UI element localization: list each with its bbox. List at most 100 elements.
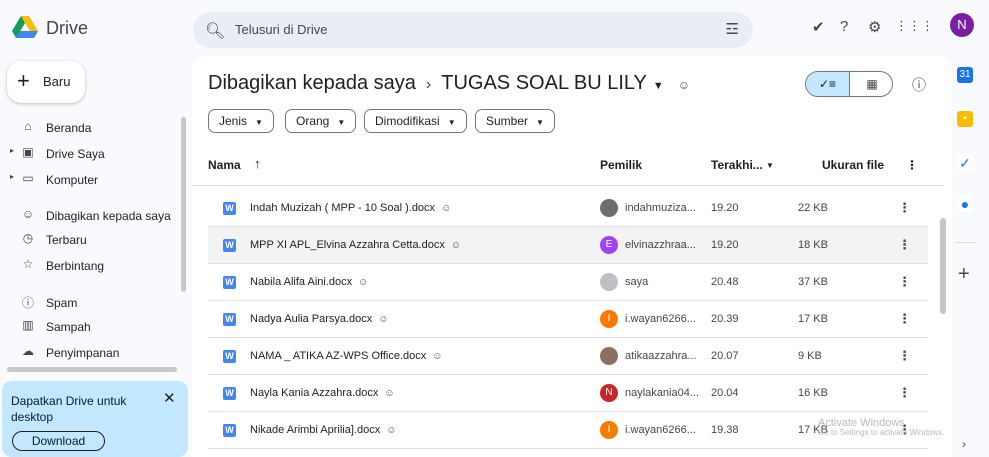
file-name[interactable]: Nadya Aulia Parsya.docx [250,313,372,325]
file-size: 9 KB [798,350,822,362]
new-button-label: Baru [43,74,71,89]
sidebar-item-recent[interactable]: ◷ Terbaru [0,229,180,251]
table-row[interactable]: W Nadya Aulia Parsya.docx ☺ I i.wayan6266… [208,301,928,338]
more-actions-icon[interactable]: ⋮ [898,200,911,216]
sidebar-item-spam[interactable]: ⓘ Spam [0,292,180,314]
watermark-title: Activate Windows [818,417,905,429]
shared-icon: ☺ [441,203,452,214]
sidebar-item-label: Sampah [46,320,91,334]
sidebar-scrollbar[interactable] [181,117,186,292]
desktop-promo: Dapatkan Drive untuk desktop ✕ Download [2,381,188,457]
expand-caret-icon[interactable]: ▸ [10,172,14,181]
table-row[interactable]: W Nabila Alifa Aini.docx ☺ saya 20.48 37 … [208,264,928,301]
my-drive-icon: ▣ [22,145,34,159]
dropdown-arrow-icon[interactable]: ▼ [653,80,664,92]
file-list-scrollbar[interactable] [940,218,946,314]
file-name[interactable]: NAMA _ ATIKA AZ-WPS Office.docx [250,350,426,362]
file-name[interactable]: Nikade Arimbi Aprilia].docx [250,424,380,436]
sidebar-horizontal-scrollbar[interactable] [7,367,177,372]
download-button[interactable]: Download [12,431,105,451]
table-header: Nama ↑ Pemilik Terakhi... ▼ Ukuran file … [192,144,944,186]
file-name[interactable]: Indah Muzizah ( MPP - 10 Soal ).docx [250,202,435,214]
info-icon[interactable]: ⓘ [912,75,926,95]
file-name[interactable]: MPP XI APL_Elvina Azzahra Cetta.docx [250,239,445,251]
watermark-subtitle: Go to Settings to activate Windows. [818,428,945,437]
more-actions-icon[interactable]: ⋮ [898,311,911,327]
breadcrumb-current[interactable]: TUGAS SOAL BU LILY [441,72,647,94]
column-name[interactable]: Nama [208,158,241,172]
avatar[interactable]: N [950,13,974,37]
offline-status-icon[interactable]: ✔ [812,18,825,36]
file-name[interactable]: Nayla Kania Azzahra.docx [250,387,378,399]
search-options-icon[interactable]: ☲ [726,20,739,38]
more-actions-icon[interactable]: ⋮ [898,385,911,401]
file-name[interactable]: Nabila Alifa Aini.docx [250,276,352,288]
column-size[interactable]: Ukuran file [822,158,884,172]
file-size: 18 KB [798,239,828,251]
sidebar-item-starred[interactable]: ☆ Berbintang [0,255,180,277]
apps-grid-icon[interactable]: ⋮⋮⋮ [895,18,934,34]
more-actions-icon[interactable]: ⋮ [898,274,911,290]
column-more-icon[interactable]: ⋮ [906,158,918,172]
sidebar-item-computers[interactable]: ▸ ▭ Komputer [0,169,180,191]
table-row[interactable]: W Nayla Kania Azzahra.docx ☺ N naylakania… [208,375,928,412]
grid-view-button[interactable]: ▦ [850,72,892,96]
breadcrumb-parent[interactable]: Dibagikan kepada saya [208,72,416,94]
filter-source[interactable]: Sumber ▼ [475,109,555,133]
chevron-right-icon: › [425,76,432,93]
owner-avatar: I [600,310,618,328]
sidebar-item-trash[interactable]: ▥ Sampah [0,316,180,338]
search-input[interactable]: Telusuri di Drive [235,22,327,37]
main-panel: Dibagikan kepada saya › TUGAS SOAL BU LILY… [192,56,952,457]
view-toggle: ✓≡ ▦ [805,71,893,97]
search-bar[interactable]: 🔍︎ Telusuri di Drive ☲ [193,12,753,48]
sidebar-item-label: Drive Saya [46,147,105,161]
filter-modified[interactable]: Dimodifikasi ▼ [364,109,467,133]
settings-icon[interactable]: ⚙ [868,18,881,36]
add-addon-icon[interactable]: + [958,263,970,286]
drive-logo-icon[interactable] [12,16,38,38]
filter-type[interactable]: Jenis ▼ [208,109,274,133]
word-doc-icon: W [223,239,236,252]
table-row[interactable]: W MPP XI APL_Elvina Azzahra Cetta.docx ☺ … [208,227,928,264]
column-modified[interactable]: Terakhi... [711,158,763,172]
owner-avatar: N [600,384,618,402]
shared-folder-icon[interactable]: ☺ [678,78,690,92]
owner-avatar [600,347,618,365]
tasks-icon[interactable]: ✓ [957,155,973,171]
chevron-right-icon[interactable]: › [962,437,966,451]
shared-icon: ☺ [21,207,35,221]
file-size: 22 KB [798,202,828,214]
sidebar-item-storage[interactable]: ☁︎ Penyimpanan [0,342,180,364]
table-row[interactable]: W NAMA _ ATIKA AZ-WPS Office.docx ☺ atika… [208,338,928,375]
filter-people[interactable]: Orang ▼ [285,109,357,133]
table-row[interactable]: W Indah Muzizah ( MPP - 10 Soal ).docx ☺ … [208,190,928,227]
sort-arrow-up-icon[interactable]: ↑ [254,156,261,171]
owner: indahmuziza... [625,202,696,214]
more-actions-icon[interactable]: ⋮ [898,348,911,364]
expand-caret-icon[interactable]: ▸ [10,146,14,155]
filter-label: Orang [296,114,330,128]
sidebar-item-label: Berbintang [46,259,105,273]
calendar-icon[interactable]: 31 [957,67,973,83]
sidebar-item-label: Terbaru [46,233,87,247]
owner-avatar: I [600,421,618,439]
sidebar-item-shared[interactable]: ☺ Dibagikan kepada saya [0,205,180,227]
modified: 19.38 [711,424,739,436]
list-view-button[interactable]: ✓≡ [806,72,850,96]
close-icon[interactable]: ✕ [163,389,176,407]
contacts-icon[interactable]: ● [957,196,973,212]
search-icon[interactable]: 🔍︎ [205,21,225,41]
app-name[interactable]: Drive [46,18,88,39]
new-button[interactable]: + Baru [7,61,85,103]
column-owner[interactable]: Pemilik [600,158,642,172]
chevron-down-icon[interactable]: ▼ [766,161,774,170]
shared-icon: ☺ [432,351,443,362]
word-doc-icon: W [223,276,236,289]
filter-label: Sumber [486,114,529,128]
sidebar-item-home[interactable]: ⌂ Beranda [0,117,180,139]
sidebar-item-my-drive[interactable]: ▸ ▣ Drive Saya [0,143,180,165]
keep-icon[interactable]: ▪ [957,111,973,127]
help-icon[interactable]: ? [840,18,848,35]
more-actions-icon[interactable]: ⋮ [898,237,911,253]
